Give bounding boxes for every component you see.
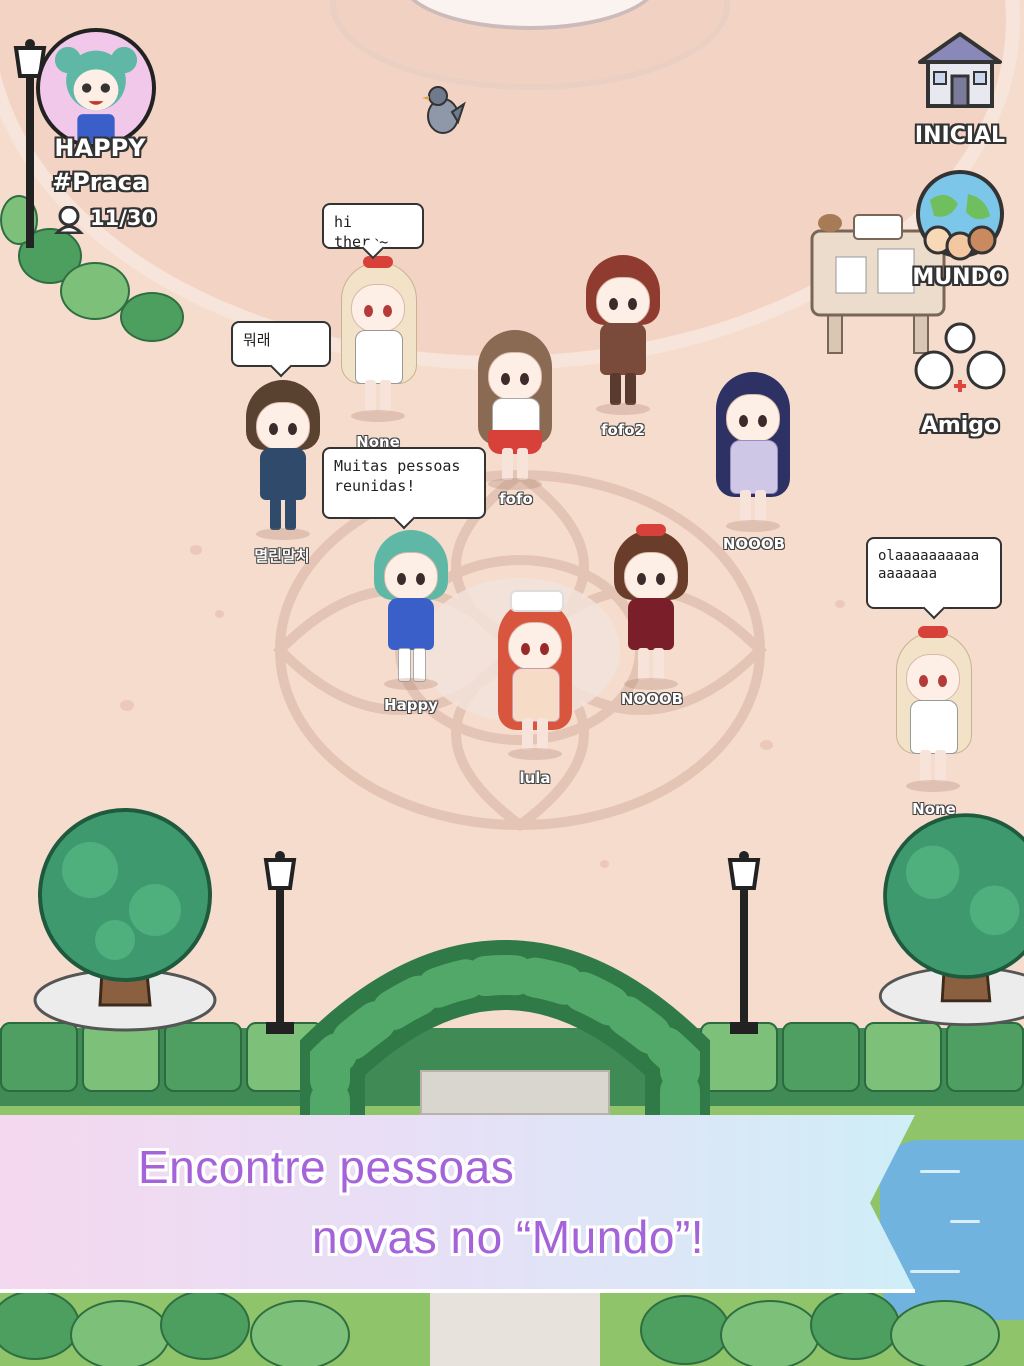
floor-speck [190,545,202,555]
world-button-label: MUNDO [912,265,1008,290]
tree-left [33,808,217,1032]
globe-icon [916,170,1004,261]
shrub [60,262,130,320]
house-icon [918,32,1002,108]
shrub [70,1300,170,1366]
friends-icon [914,322,1006,392]
room-name: #Praca [52,168,149,196]
chat-bubble: hi there~ [322,203,424,251]
tree-right [878,813,1024,1027]
street-lamp [727,851,761,1034]
player-name: 멸린말치 [254,547,310,565]
banner-line-1: Encontre pessoas [138,1141,515,1193]
friend-button[interactable]: Amigo [910,318,1010,438]
floor-speck [600,860,609,868]
chat-text: hi there~ [334,213,389,251]
player-name-display: HAPPY [54,134,146,162]
occupancy-count: 11/30 [90,206,157,230]
player-name: NOOOB [620,690,684,708]
shrub [810,1290,900,1360]
shrub [640,1295,730,1365]
chat-text: Muitas pessoas reunidas! [334,457,461,495]
street-lamp [263,851,297,1034]
player-character[interactable] [238,380,328,550]
player-character[interactable] [578,255,668,425]
floor-speck [120,700,134,711]
floor-speck [215,610,224,618]
pigeon [422,86,466,134]
player-character[interactable] [366,530,456,700]
shrub [120,292,184,342]
home-button-label: INICIAL [914,123,1006,148]
game-scene[interactable]: hi there~ None 뭐래 멸린말치 fofo fofo2 NOOOB [0,0,1024,1366]
player-name: None [912,800,956,818]
player-name: lula [519,769,551,787]
avatar-portrait-icon [54,46,138,144]
banner-line-2: novas no “Mundo”! [312,1211,705,1263]
friend-button-label: Amigo [920,413,1000,438]
shrub [250,1300,350,1366]
player-character[interactable] [888,626,978,802]
chat-text: olaaaaaaaaaa aaaaaaa [878,548,980,583]
player-name: fofo2 [600,421,646,439]
player-avatar[interactable] [36,28,156,148]
world-button[interactable]: MUNDO [910,170,1010,290]
shrub [720,1300,820,1366]
player-character[interactable] [333,256,423,432]
player-character[interactable] [490,590,580,770]
player-character[interactable] [606,524,696,700]
hedge [782,1022,860,1092]
floor-speck [835,600,845,608]
player-character[interactable] [708,372,798,542]
home-button[interactable]: INICIAL [910,28,1010,148]
player-name: NOOOB [722,535,786,553]
person-icon [54,206,84,234]
chat-text: 뭐래 [243,331,271,349]
shrub [160,1290,250,1360]
chat-bubble: 뭐래 [231,321,331,367]
chat-bubble: Muitas pessoas reunidas! [322,447,486,519]
shrub [890,1300,1000,1366]
chat-bubble: olaaaaaaaaaa aaaaaaa [866,537,1002,609]
player-name: Happy [384,696,438,714]
